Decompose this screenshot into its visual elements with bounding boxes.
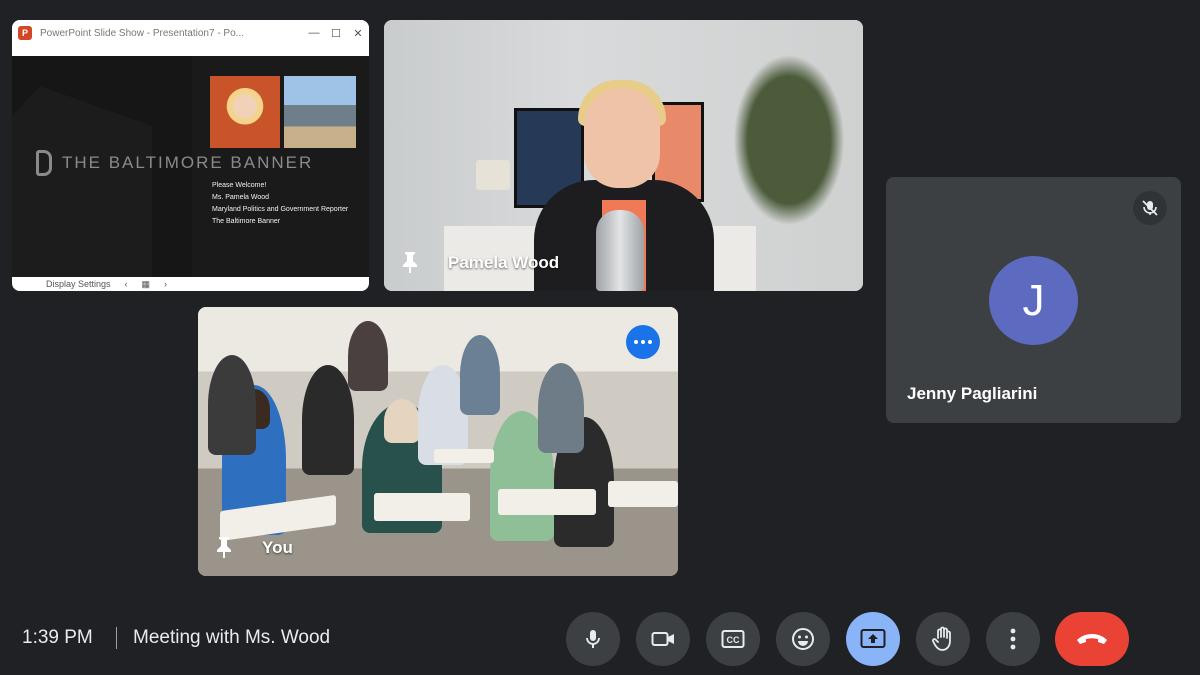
slide-line: Maryland Politics and Government Reporte… — [212, 206, 349, 213]
raise-hand-button[interactable] — [916, 612, 970, 666]
slide-brand: THE BALTIMORE BANNER — [36, 150, 313, 176]
presentation-tile[interactable]: P PowerPoint Slide Show - Presentation7 … — [12, 20, 369, 291]
meeting-title: Meeting with Ms. Wood — [133, 627, 331, 648]
video-desk — [608, 481, 678, 507]
close-button[interactable]: ✕ — [347, 27, 369, 40]
emoji-icon — [792, 628, 814, 650]
slide-line: Ms. Pamela Wood — [212, 194, 270, 201]
banner-logo-icon — [36, 150, 52, 176]
participant-tile-pamela[interactable]: Pamela Wood — [384, 20, 863, 291]
pin-icon[interactable] — [400, 251, 420, 273]
mic-off-icon — [1133, 191, 1167, 225]
more-options-button[interactable] — [626, 325, 660, 359]
video-student — [208, 355, 256, 455]
powerpoint-icon: P — [18, 26, 32, 40]
slide-line: The Baltimore Banner — [212, 218, 281, 225]
meet-stage: P PowerPoint Slide Show - Presentation7 … — [0, 0, 1200, 675]
maximize-button[interactable]: ☐ — [325, 27, 347, 40]
participant-name: You — [262, 538, 293, 557]
slide-text: Please Welcome! Ms. Pamela Wood Maryland… — [212, 180, 348, 228]
video-student — [384, 399, 420, 443]
more-options-button[interactable] — [986, 612, 1040, 666]
slide-brand-text: THE BALTIMORE BANNER — [62, 153, 314, 172]
ppt-titlebar: P PowerPoint Slide Show - Presentation7 … — [12, 20, 369, 46]
slide-group-image — [284, 76, 356, 148]
video-desk — [498, 489, 596, 515]
slide-line: Please Welcome! — [212, 182, 267, 189]
captions-text: CC — [727, 635, 740, 645]
display-settings-button[interactable]: Display Settings — [46, 279, 111, 289]
video-student — [302, 365, 354, 475]
participant-tile-self[interactable]: You — [198, 307, 678, 576]
video-microphone — [596, 210, 644, 291]
present-screen-icon — [860, 629, 886, 648]
video-student — [348, 321, 388, 391]
slide-logo-shape — [12, 86, 152, 286]
next-slide-icon[interactable]: › — [164, 279, 167, 289]
video-face — [584, 88, 660, 188]
ppt-window-title: PowerPoint Slide Show - Presentation7 - … — [40, 27, 244, 39]
video-lamp — [476, 160, 510, 190]
present-button[interactable] — [846, 612, 900, 666]
avatar: J — [989, 256, 1078, 345]
meeting-clock: 1:39 PM — [22, 627, 93, 648]
leave-call-button[interactable] — [1055, 612, 1129, 666]
participant-tile-jenny[interactable]: J Jenny Pagliarini — [886, 177, 1181, 423]
video-student — [538, 363, 584, 453]
video-student — [460, 335, 500, 415]
slide-portrait-image — [210, 76, 280, 148]
camera-button[interactable] — [636, 612, 690, 666]
pin-icon[interactable] — [214, 536, 234, 558]
captions-button[interactable]: CC — [706, 612, 760, 666]
microphone-icon — [586, 630, 600, 648]
video-plant — [724, 40, 854, 240]
participant-name: Pamela Wood — [448, 253, 560, 272]
prev-slide-icon[interactable]: ‹ — [125, 279, 128, 289]
end-call-icon — [1077, 634, 1107, 644]
participant-name: Jenny Pagliarini — [907, 384, 1038, 403]
video-desk — [374, 493, 470, 521]
microphone-button[interactable] — [566, 612, 620, 666]
camera-icon — [651, 632, 674, 646]
bottom-bar: 1:39 PM Meeting with Ms. Wood CC — [0, 600, 1200, 675]
divider — [116, 627, 117, 649]
more-vert-icon — [1010, 628, 1016, 650]
slide: THE BALTIMORE BANNER Please Welcome! Ms.… — [12, 56, 369, 286]
ppt-statusbar: Display Settings ‹ ▦ › — [12, 277, 369, 291]
video-desk — [434, 449, 494, 463]
reactions-button[interactable] — [776, 612, 830, 666]
raise-hand-icon — [932, 626, 951, 651]
minimize-button[interactable]: — — [303, 27, 325, 40]
slide-sorter-icon[interactable]: ▦ — [142, 279, 151, 290]
captions-icon: CC — [721, 630, 745, 648]
